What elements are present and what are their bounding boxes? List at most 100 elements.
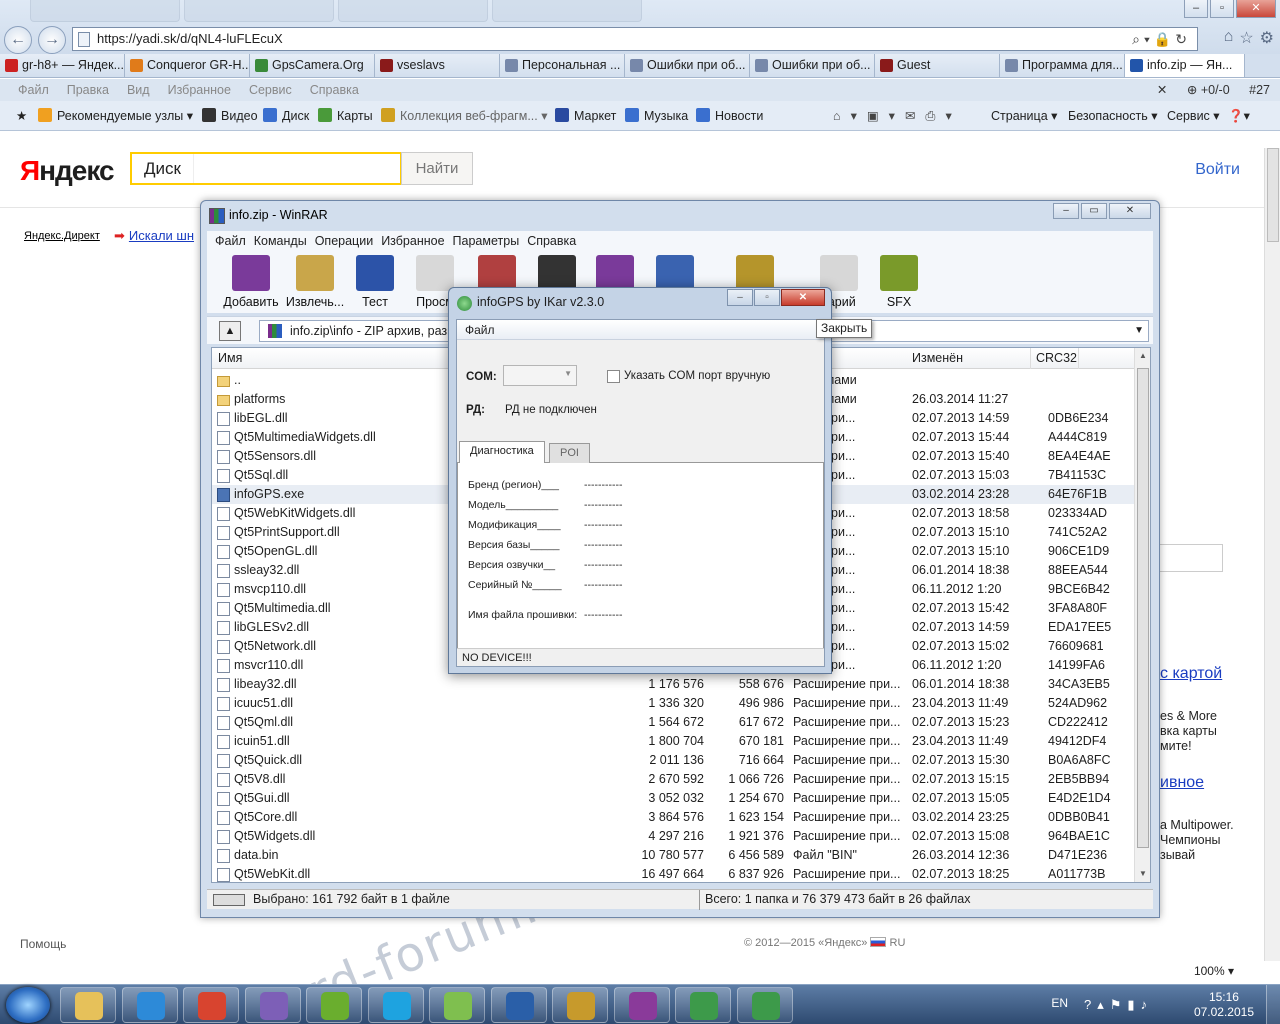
toolbar-button[interactable]: SFX bbox=[863, 255, 935, 309]
favorite-link[interactable]: Музыка bbox=[625, 108, 688, 123]
browser-tab[interactable]: Персональная ... bbox=[500, 54, 625, 77]
minimize-button[interactable]: – bbox=[1184, 0, 1208, 18]
network-icon[interactable]: ▮ bbox=[1127, 997, 1140, 1012]
menu-file[interactable]: Файл bbox=[465, 323, 495, 337]
close-button[interactable]: ✕ bbox=[1109, 203, 1151, 219]
tray-arrow-icon[interactable]: ▴ bbox=[1097, 997, 1110, 1012]
favorite-link[interactable]: Диск bbox=[263, 108, 309, 123]
winrar-menu-item[interactable]: Операции bbox=[315, 234, 373, 248]
minimize-button[interactable]: – bbox=[1053, 203, 1079, 219]
table-row[interactable]: icuuc51.dll 1 336 320 496 986 Расширение пр… bbox=[212, 694, 1134, 713]
show-desktop-button[interactable] bbox=[1266, 985, 1280, 1024]
taskbar-app-app-green[interactable] bbox=[429, 987, 485, 1023]
forward-button[interactable]: → bbox=[38, 26, 66, 54]
browser-tab[interactable]: Программа для... bbox=[1000, 54, 1125, 77]
home-icon[interactable]: ⌂ bbox=[1224, 28, 1234, 48]
manual-com-checkbox[interactable] bbox=[607, 370, 620, 383]
ad-link-2[interactable]: ивное bbox=[1160, 774, 1204, 792]
search-input[interactable]: Диск bbox=[130, 152, 402, 185]
table-row[interactable]: icuin51.dll 1 800 704 670 181 Расширение пр… bbox=[212, 732, 1134, 751]
login-link[interactable]: Войти bbox=[1195, 161, 1240, 179]
close-icon[interactable]: ✕ bbox=[1157, 83, 1167, 97]
table-row[interactable]: Qt5WebKit.dll 16 497 664 6 837 926 Расширен… bbox=[212, 865, 1134, 882]
search-icon[interactable]: ⌕ bbox=[1132, 31, 1144, 47]
browser-menu-item[interactable]: Правка bbox=[67, 79, 109, 101]
taskbar-app-chrome[interactable] bbox=[183, 987, 239, 1023]
refresh-icon[interactable]: ↻ bbox=[1175, 31, 1191, 47]
browser-tab[interactable]: Ошибки при об... bbox=[625, 54, 750, 77]
winrar-menu-item[interactable]: Справка bbox=[527, 234, 576, 248]
favorites-star-icon[interactable]: ★ bbox=[16, 108, 27, 123]
clock[interactable]: 15:16 07.02.2015 bbox=[1194, 990, 1254, 1020]
taskbar-app-skype[interactable] bbox=[367, 987, 424, 1023]
browser-menu-item[interactable]: Файл bbox=[18, 79, 49, 101]
maximize-button[interactable]: ▭ bbox=[1081, 203, 1107, 219]
back-button[interactable]: ← bbox=[4, 26, 32, 54]
gear-icon[interactable]: ⚙ bbox=[1260, 28, 1274, 48]
start-button[interactable] bbox=[6, 987, 50, 1023]
favorite-link[interactable]: Маркет bbox=[555, 108, 616, 123]
flag-icon[interactable]: ⚑ bbox=[1110, 997, 1128, 1012]
close-button[interactable]: ✕ bbox=[1236, 0, 1276, 18]
taskbar-app-winrar[interactable] bbox=[613, 987, 670, 1023]
favorite-link[interactable]: Рекомендуемые узлы ▾ bbox=[38, 108, 193, 123]
browser-tab[interactable]: gr-h8+ — Яндек... bbox=[0, 54, 125, 77]
table-row[interactable]: Qt5Qml.dll 1 564 672 617 672 Расширение при… bbox=[212, 713, 1134, 732]
winrar-menu-item[interactable]: Файл bbox=[215, 234, 246, 248]
page-scrollbar[interactable] bbox=[1264, 148, 1280, 961]
new-tab-button[interactable] bbox=[1245, 54, 1273, 77]
command-page[interactable]: Страница ▾ bbox=[991, 108, 1057, 123]
print-icon[interactable]: ⎙ bbox=[925, 109, 945, 123]
scrollbar-thumb[interactable] bbox=[1267, 148, 1279, 242]
taskbar-app-ie[interactable] bbox=[121, 987, 178, 1023]
browser-tab[interactable]: Guest bbox=[875, 54, 1000, 77]
column-crc[interactable]: CRC32 bbox=[1036, 351, 1077, 365]
command-tools[interactable]: Сервис ▾ bbox=[1167, 108, 1220, 123]
command-security[interactable]: Безопасность ▾ bbox=[1068, 108, 1157, 123]
taskbar-app-infogps[interactable] bbox=[675, 987, 731, 1023]
browser-menu-item[interactable]: Сервис bbox=[249, 79, 292, 101]
taskbar-app-sc-app[interactable] bbox=[552, 987, 608, 1023]
tray-icons[interactable]: ?▴⚑▮♪ bbox=[1084, 997, 1184, 1013]
home-icon[interactable]: ⌂ bbox=[833, 109, 851, 123]
scrollbar-thumb[interactable] bbox=[1137, 368, 1149, 848]
tab-diagnostics[interactable]: Диагностика bbox=[459, 441, 545, 463]
address-tools[interactable]: ⌕▾🔒↻ bbox=[1132, 28, 1191, 50]
favorite-link[interactable]: Карты bbox=[318, 108, 373, 123]
close-button[interactable]: ✕ bbox=[781, 289, 825, 306]
maximize-button[interactable]: ▫ bbox=[754, 289, 780, 306]
table-row[interactable]: data.bin 10 780 577 6 456 589 Файл "BIN" 26.… bbox=[212, 846, 1134, 865]
column-modified[interactable]: Изменён bbox=[912, 351, 963, 365]
browser-menu-item[interactable]: Вид bbox=[127, 79, 150, 101]
winrar-menu-item[interactable]: Команды bbox=[254, 234, 307, 248]
address-bar[interactable]: https://yadi.sk/d/qNL4-luFLEcuX ⌕▾🔒↻ bbox=[72, 27, 1198, 51]
taskbar-app-explorer[interactable] bbox=[60, 987, 116, 1023]
yandex-direct-link[interactable]: Яндекс.Директ bbox=[24, 230, 100, 242]
table-row[interactable]: Qt5Core.dll 3 864 576 1 623 154 Расширение … bbox=[212, 808, 1134, 827]
column-name[interactable]: Имя bbox=[218, 351, 242, 365]
winrar-menu-item[interactable]: Избранное bbox=[381, 234, 444, 248]
counter-icon[interactable]: ⊕ bbox=[1187, 83, 1197, 97]
scroll-up-icon[interactable]: ▲ bbox=[1135, 348, 1150, 364]
table-row[interactable]: Qt5V8.dll 2 670 592 1 066 726 Расширение пр… bbox=[212, 770, 1134, 789]
help-icon[interactable]: ? bbox=[1084, 997, 1097, 1012]
browser-tab[interactable]: vseslavs bbox=[375, 54, 500, 77]
language-switch[interactable]: RU bbox=[890, 937, 906, 949]
star-icon[interactable]: ☆ bbox=[1239, 28, 1253, 48]
zoom-level[interactable]: 100% ▾ bbox=[1194, 964, 1234, 978]
mail-icon[interactable]: ✉ bbox=[905, 109, 925, 123]
browser-tab[interactable]: Conqueror GR-H... bbox=[125, 54, 250, 77]
taskbar-app-utorrent[interactable] bbox=[306, 987, 362, 1023]
yandex-logo[interactable]: Яндекс bbox=[20, 155, 115, 187]
volume-icon[interactable]: ♪ bbox=[1141, 997, 1154, 1012]
up-folder-button[interactable]: ▲ bbox=[219, 321, 241, 341]
browser-tab[interactable]: GpsCamera.Org bbox=[250, 54, 375, 77]
help-link[interactable]: Помощь bbox=[20, 937, 66, 951]
com-port-select[interactable] bbox=[503, 365, 577, 386]
browser-menu-item[interactable]: Избранное bbox=[168, 79, 231, 101]
browser-tab[interactable]: Ошибки при об... bbox=[750, 54, 875, 77]
browser-tab[interactable]: info.zip — Ян... bbox=[1125, 54, 1245, 77]
table-row[interactable]: Qt5Gui.dll 3 052 032 1 254 670 Расширение п… bbox=[212, 789, 1134, 808]
ad-link[interactable]: Искали шн bbox=[114, 228, 194, 244]
taskbar-app-google-earth[interactable] bbox=[490, 987, 547, 1023]
